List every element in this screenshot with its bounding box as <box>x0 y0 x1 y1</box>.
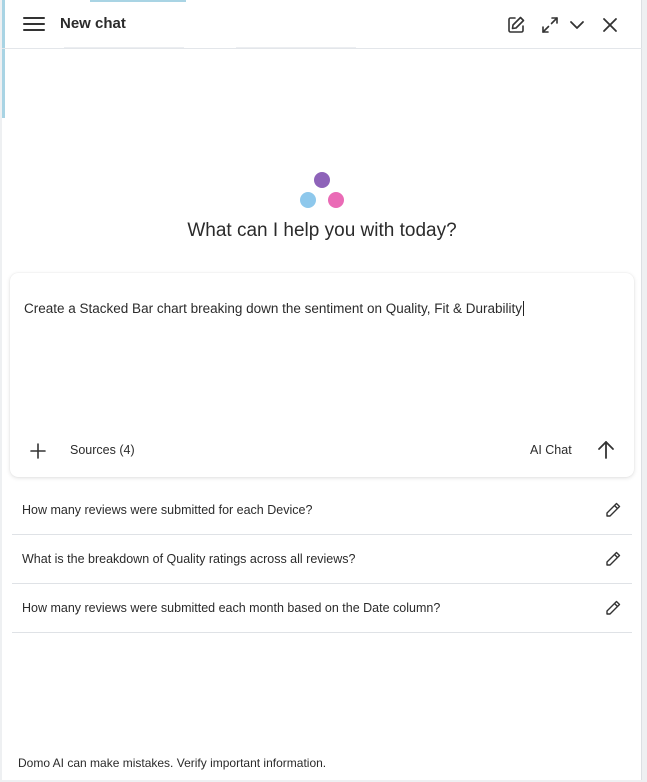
chat-title: New chat <box>60 15 126 32</box>
logo-dot-purple <box>314 172 330 188</box>
text-caret <box>523 301 524 316</box>
suggestion-text: How many reviews were submitted each mon… <box>22 601 441 615</box>
ghost-divider <box>64 47 184 48</box>
ai-chat-panel: New chat What can I help you with today?… <box>2 0 642 780</box>
send-arrow-icon[interactable] <box>595 439 617 461</box>
pencil-icon[interactable] <box>604 550 622 568</box>
chat-header: New chat <box>2 0 642 49</box>
prompt-input[interactable]: Create a Stacked Bar chart breaking down… <box>24 301 524 316</box>
new-chat-icon[interactable] <box>505 14 527 36</box>
greeting-heading: What can I help you with today? <box>187 220 457 241</box>
suggestion-list: How many reviews were submitted for each… <box>12 486 632 633</box>
suggestion-item[interactable]: What is the breakdown of Quality ratings… <box>12 535 632 584</box>
hamburger-menu-icon[interactable] <box>22 14 46 36</box>
chevron-down-icon[interactable] <box>566 14 588 36</box>
suggestion-item[interactable]: How many reviews were submitted each mon… <box>12 584 632 633</box>
suggestion-text: What is the breakdown of Quality ratings… <box>22 552 356 566</box>
domo-ai-logo <box>298 170 346 212</box>
ghost-divider <box>236 47 356 48</box>
pencil-icon[interactable] <box>604 501 622 519</box>
close-icon[interactable] <box>599 14 621 36</box>
sources-button[interactable]: Sources (4) <box>70 443 135 457</box>
pencil-icon[interactable] <box>604 599 622 617</box>
suggestion-text: How many reviews were submitted for each… <box>22 503 313 517</box>
prompt-text: Create a Stacked Bar chart breaking down… <box>24 301 522 316</box>
ai-chat-mode-button[interactable]: AI Chat <box>530 443 572 457</box>
expand-icon[interactable] <box>539 14 561 36</box>
prompt-composer: Create a Stacked Bar chart breaking down… <box>10 273 634 477</box>
logo-dot-blue <box>300 192 316 208</box>
disclaimer-text: Domo AI can make mistakes. Verify import… <box>18 756 327 770</box>
add-source-icon[interactable] <box>28 441 48 461</box>
suggestion-item[interactable]: How many reviews were submitted for each… <box>12 486 632 535</box>
logo-dot-pink <box>328 192 344 208</box>
